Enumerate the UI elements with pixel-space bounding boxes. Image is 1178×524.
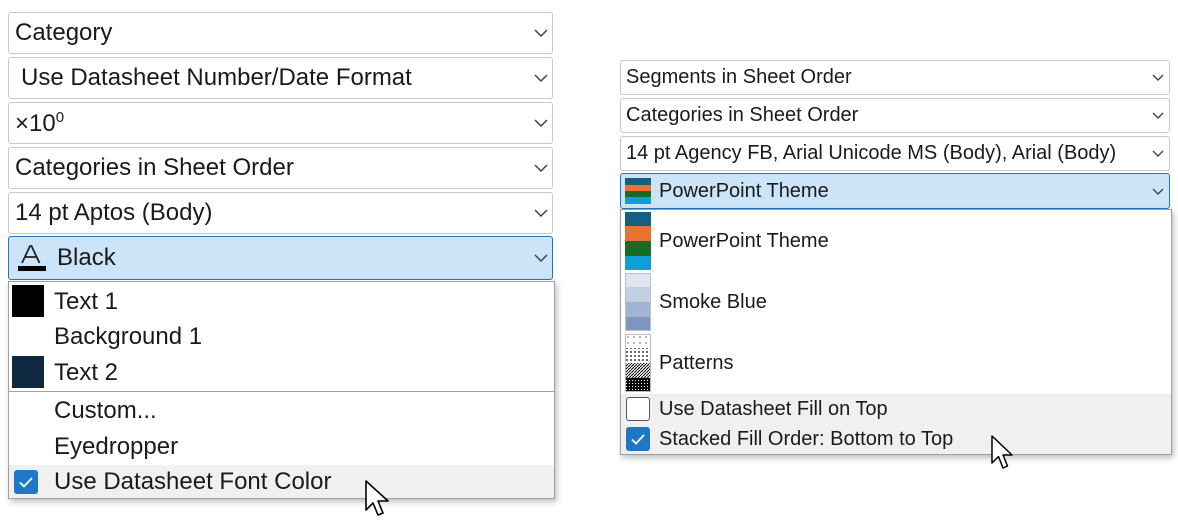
font-dropdown[interactable]: 14 pt Aptos (Body) — [8, 192, 553, 234]
menu-item-label: Eyedropper — [54, 433, 179, 460]
menu-item-patterns[interactable]: Patterns — [621, 333, 1171, 393]
chevron-down-icon — [1147, 109, 1169, 123]
segment-order-dropdown[interactable]: Segments in Sheet Order — [620, 60, 1170, 95]
chevron-down-icon — [530, 206, 552, 220]
color-scheme-menu: PowerPoint Theme Smoke Blue Patterns Use… — [620, 209, 1172, 455]
chevron-down-icon — [530, 71, 552, 85]
checkmark-icon — [631, 433, 645, 445]
magnitude-dropdown[interactable]: ×100 — [8, 102, 553, 144]
powerpoint-theme-swatch-icon — [625, 212, 651, 270]
menu-item-stacked-fill-order[interactable]: Stacked Fill Order: Bottom to Top — [621, 425, 1171, 454]
color-swatch — [12, 285, 44, 317]
mouse-pointer-icon — [991, 435, 1013, 469]
mouse-pointer-icon — [365, 480, 389, 516]
color-swatch — [12, 321, 44, 353]
dropdown-label: Black — [57, 244, 116, 271]
menu-item-label: Use Datasheet Fill on Top — [659, 398, 888, 420]
menu-item-label: Use Datasheet Font Color — [54, 467, 332, 495]
menu-item-custom[interactable]: Custom... — [9, 393, 554, 429]
checkbox-checked[interactable] — [626, 427, 650, 451]
chevron-down-icon — [530, 251, 552, 265]
checkbox-checked[interactable] — [14, 470, 38, 494]
category-dropdown[interactable]: Category — [8, 12, 553, 54]
chevron-down-icon — [1147, 147, 1169, 161]
checkbox-unchecked[interactable] — [626, 397, 650, 421]
menu-item-use-datasheet-font-color[interactable]: Use Datasheet Font Color — [9, 465, 554, 498]
color-scheme-dropdown[interactable]: PowerPoint Theme — [620, 173, 1170, 209]
left-panel: Category Use Datasheet Number/Date Forma… — [0, 0, 560, 524]
font-color-menu: Text 1 Background 1 Text 2 Custom... Eye… — [8, 281, 555, 499]
chevron-down-icon — [1147, 71, 1169, 85]
dropdown-label: Categories in Sheet Order — [15, 154, 294, 181]
menu-item-label: Smoke Blue — [659, 290, 767, 313]
dropdown-label: Category — [15, 19, 113, 46]
patterns-swatch-icon — [625, 334, 651, 392]
menu-item-smoke-blue[interactable]: Smoke Blue — [621, 272, 1171, 332]
chevron-down-icon — [530, 161, 552, 175]
powerpoint-theme-swatch-icon — [625, 178, 651, 204]
font-color-dropdown[interactable]: Black — [8, 236, 553, 280]
dropdown-label: Use Datasheet Number/Date Format — [21, 64, 412, 91]
menu-item-label: Stacked Fill Order: Bottom to Top — [659, 428, 954, 450]
menu-item-text-2[interactable]: Text 2 — [9, 355, 554, 391]
checkmark-icon — [19, 476, 33, 488]
menu-separator — [9, 391, 554, 392]
menu-item-background-1[interactable]: Background 1 — [9, 319, 554, 355]
chevron-down-icon — [530, 26, 552, 40]
menu-item-label: Background 1 — [54, 323, 203, 350]
menu-item-label: PowerPoint Theme — [659, 229, 829, 252]
magnitude-exponent: 0 — [55, 108, 65, 126]
menu-item-eyedropper[interactable]: Eyedropper — [9, 429, 554, 465]
menu-item-text-1[interactable]: Text 1 — [9, 284, 554, 319]
color-swatch — [12, 356, 44, 388]
chevron-down-icon — [530, 116, 552, 130]
dropdown-label: PowerPoint Theme — [659, 179, 829, 202]
menu-item-use-datasheet-fill-on-top[interactable]: Use Datasheet Fill on Top — [621, 394, 1171, 425]
right-panel: Segments in Sheet Order Categories in Sh… — [560, 0, 1178, 524]
font-color-icon — [15, 243, 49, 273]
menu-item-powerpoint-theme[interactable]: PowerPoint Theme — [621, 211, 1171, 271]
dropdown-label: 14 pt Agency FB, Arial Unicode MS (Body)… — [626, 142, 1117, 164]
chevron-down-icon — [1147, 184, 1169, 198]
number-format-dropdown[interactable]: Use Datasheet Number/Date Format — [8, 57, 553, 99]
magnitude-base: ×10 — [15, 109, 56, 137]
dropdown-label: ×100 — [15, 109, 530, 138]
menu-item-label: Custom... — [54, 397, 157, 424]
category-order-dropdown[interactable]: Categories in Sheet Order — [620, 98, 1170, 133]
dropdown-label: Categories in Sheet Order — [626, 104, 859, 126]
dropdown-label: 14 pt Aptos (Body) — [15, 199, 213, 226]
sort-order-dropdown[interactable]: Categories in Sheet Order — [8, 147, 553, 189]
smoke-blue-swatch-icon — [625, 273, 651, 331]
font-dropdown[interactable]: 14 pt Agency FB, Arial Unicode MS (Body)… — [620, 136, 1170, 171]
menu-item-label: Patterns — [659, 351, 734, 374]
dropdown-label: Segments in Sheet Order — [626, 66, 852, 88]
menu-item-label: Text 2 — [54, 359, 119, 386]
menu-item-label: Text 1 — [54, 287, 119, 315]
